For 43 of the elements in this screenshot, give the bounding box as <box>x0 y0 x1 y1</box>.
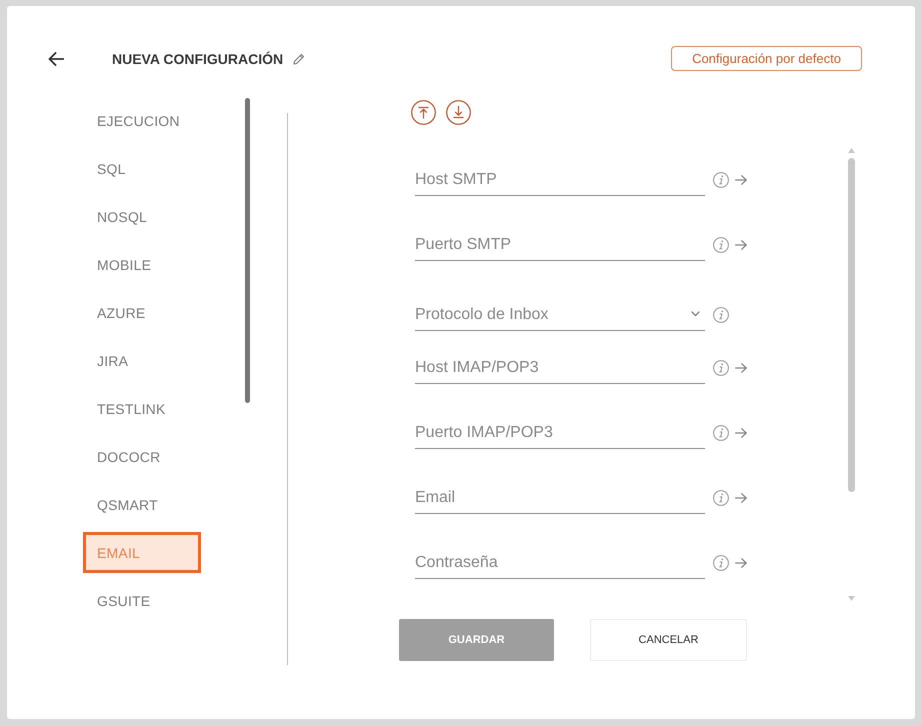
arrow-right-icon[interactable] <box>735 175 747 185</box>
back-arrow-icon[interactable] <box>48 52 64 66</box>
arrow-right-icon[interactable] <box>735 493 747 503</box>
download-icon[interactable] <box>446 100 471 125</box>
arrow-right-icon[interactable] <box>735 428 747 438</box>
scroll-up-icon[interactable] <box>848 148 855 153</box>
info-icon[interactable] <box>713 490 729 506</box>
sidebar-item[interactable]: TESTLINK <box>83 388 201 429</box>
input-field[interactable]: Puerto SMTP <box>415 226 705 261</box>
sidebar-item[interactable]: QSMART <box>83 484 201 525</box>
sidebar-item[interactable]: EJECUCION <box>83 100 201 141</box>
sidebar-item[interactable]: DOCOCR <box>83 436 201 477</box>
arrow-right-icon[interactable] <box>735 240 747 250</box>
scrollbar-thumb[interactable] <box>245 98 250 403</box>
info-icon[interactable] <box>713 237 729 253</box>
pencil-icon[interactable] <box>293 52 306 64</box>
chevron-down-icon <box>691 311 700 317</box>
input-field[interactable]: Contraseña <box>415 544 705 579</box>
sidebar-item[interactable]: MOBILE <box>83 244 201 285</box>
input-field[interactable]: Email <box>415 479 705 514</box>
info-icon[interactable] <box>713 360 729 376</box>
input-field[interactable]: Puerto IMAP/POP3 <box>415 414 705 449</box>
sidebar-item[interactable]: JIRA <box>83 340 201 381</box>
sidebar-item[interactable]: NOSQL <box>83 196 201 237</box>
info-icon[interactable] <box>713 307 729 323</box>
sidebar-item[interactable]: EMAIL <box>83 532 201 573</box>
scroll-down-icon[interactable] <box>848 596 855 601</box>
default-config-button[interactable]: Configuración por defecto <box>671 46 862 71</box>
sidebar-item[interactable]: SQL <box>83 148 201 189</box>
dropdown-field[interactable]: Protocolo de Inbox <box>415 296 705 331</box>
arrow-right-icon[interactable] <box>735 363 747 373</box>
sidebar-item[interactable]: AZURE <box>83 292 201 333</box>
input-field[interactable]: Host SMTP <box>415 161 705 196</box>
upload-icon[interactable] <box>411 100 436 125</box>
scrollbar-thumb[interactable] <box>848 158 855 492</box>
input-field[interactable]: Host IMAP/POP3 <box>415 349 705 384</box>
dialog-title: NUEVA CONFIGURACIÓN <box>112 50 284 68</box>
cancel-button[interactable]: CANCELAR <box>590 619 747 661</box>
info-icon[interactable] <box>713 172 729 188</box>
sidebar-item[interactable]: GSUITE <box>83 580 201 621</box>
arrow-right-icon[interactable] <box>735 558 747 568</box>
info-icon[interactable] <box>713 555 729 571</box>
info-icon[interactable] <box>713 425 729 441</box>
